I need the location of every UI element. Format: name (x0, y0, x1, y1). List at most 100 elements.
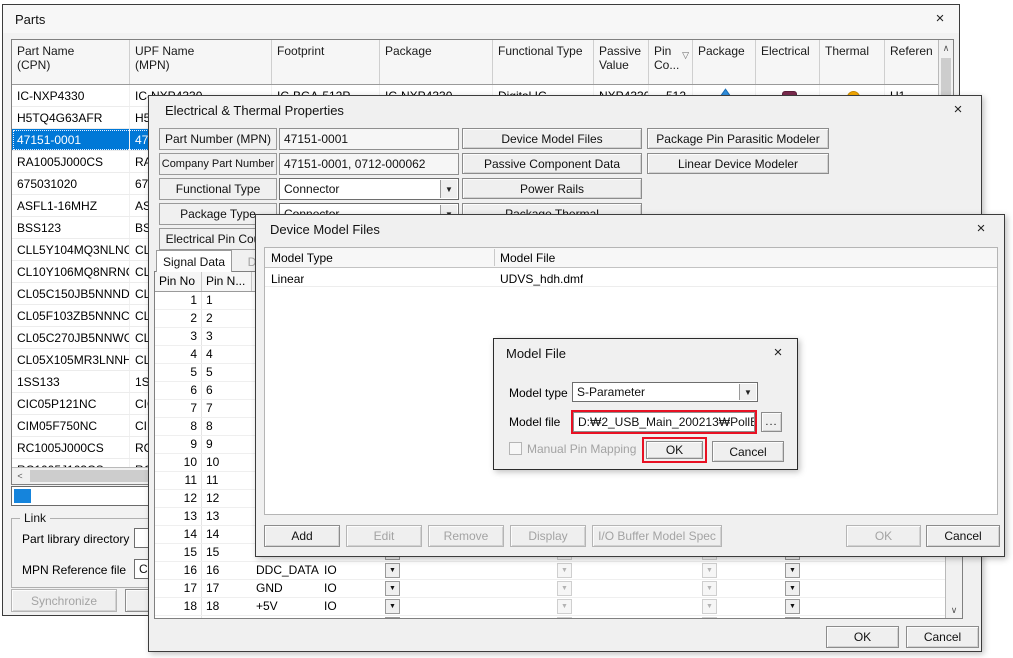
chevron-down-icon[interactable]: ▼ (785, 581, 800, 596)
model-combo[interactable]: ▼ (574, 598, 719, 615)
chevron-down-icon[interactable]: ▼ (385, 617, 400, 618)
parts-column-header[interactable]: Pin Co...▽ (649, 40, 693, 84)
pin-column-header[interactable]: Pin N... (202, 272, 252, 291)
value-combo[interactable]: ▼ (719, 616, 802, 618)
chevron-down-icon[interactable]: ▼ (702, 599, 717, 614)
pin-table-row[interactable]: 1717GNDIO▼▼▼▼ (155, 580, 945, 598)
mf-ok-button[interactable]: OK (646, 441, 703, 459)
model-combo[interactable]: ▼ (402, 598, 574, 615)
parts-column-header[interactable]: Functional Type (493, 40, 594, 84)
parts-column-header[interactable]: Package (380, 40, 493, 84)
parts-column-header[interactable]: Footprint (272, 40, 380, 84)
company-part-number-field[interactable]: 47151-0001, 0712-000062 (279, 153, 459, 175)
model-combo[interactable]: ▼ (574, 616, 719, 618)
model-combo[interactable]: ▼ (402, 562, 574, 579)
value-combo[interactable]: ▼ (719, 580, 802, 597)
scroll-down-icon[interactable]: ∨ (946, 602, 962, 618)
functional-type-combo[interactable]: Connector ▼ (279, 178, 459, 200)
pin-no-cell: 11 (155, 472, 202, 489)
pin-table-row[interactable]: 1919HP_DETIO▼▼▼▼ (155, 616, 945, 618)
model-combo[interactable]: ▼ (402, 580, 574, 597)
model-type-column-header[interactable]: Model Type (271, 249, 333, 265)
browse-button[interactable]: ... (761, 412, 782, 432)
parts-cell: BSS123 (12, 217, 130, 238)
parts-cell: 47151-0001 (12, 129, 130, 150)
parts-column-header[interactable]: Thermal (820, 40, 885, 84)
pin-no-cell: 13 (155, 508, 202, 525)
etp-ok-button[interactable]: OK (826, 626, 899, 648)
parts-cell: RC1005J000CS (12, 437, 130, 458)
model-file-row[interactable]: Linear UDVS_hdh.dmf (265, 268, 997, 287)
scroll-up-icon[interactable]: ∧ (939, 40, 953, 56)
mf-dialog-title: Model File (506, 346, 566, 361)
power-rails-button[interactable]: Power Rails (462, 178, 642, 199)
parts-column-header[interactable]: Passive Value (594, 40, 649, 84)
chevron-down-icon[interactable]: ▼ (702, 617, 717, 618)
model-combo[interactable]: ▼ (574, 562, 719, 579)
model-combo[interactable]: ▼ (402, 616, 574, 618)
signal-name-cell: DDC_DATA (252, 562, 320, 579)
model-combo[interactable]: ▼ (574, 580, 719, 597)
device-model-files-button[interactable]: Device Model Files (462, 128, 642, 149)
linear-device-modeler-button[interactable]: Linear Device Modeler (647, 153, 829, 174)
parts-column-header[interactable]: Electrical (756, 40, 820, 84)
pin-table-row[interactable]: 1616DDC_DATAIO▼▼▼▼ (155, 562, 945, 580)
chevron-down-icon[interactable]: ▼ (785, 599, 800, 614)
dmf-dialog-title: Device Model Files (270, 222, 380, 237)
tab-signal-data[interactable]: Signal Data (156, 250, 232, 272)
manual-pin-mapping-checkbox[interactable] (509, 442, 522, 455)
parts-titlebar: Parts × (3, 5, 959, 33)
dmf-ok-button[interactable]: OK (846, 525, 921, 547)
model-file-input[interactable]: D:₩2_USB_Main_200213₩PollEx_Dem (573, 412, 755, 432)
io-type-combo[interactable]: IO▼ (320, 598, 402, 615)
dmf-cancel-button[interactable]: Cancel (926, 525, 1000, 547)
chevron-down-icon[interactable]: ▼ (557, 617, 572, 618)
display-button[interactable]: Display (510, 525, 586, 547)
io-buffer-model-spec-button[interactable]: I/O Buffer Model Spec (592, 525, 722, 547)
pin-name-cell: 4 (202, 346, 252, 363)
edit-button[interactable]: Edit (346, 525, 422, 547)
chevron-down-icon[interactable]: ▼ (385, 581, 400, 596)
pin-table-row[interactable]: 1818+5VIO▼▼▼▼ (155, 598, 945, 616)
pin-no-cell: 10 (155, 454, 202, 471)
parts-column-header[interactable]: Part Name (CPN) (12, 40, 130, 84)
chevron-down-icon[interactable]: ▼ (440, 180, 457, 198)
link-group-title: Link (20, 511, 50, 525)
etp-cancel-button[interactable]: Cancel (906, 626, 979, 648)
model-file-column-header[interactable]: Model File (500, 249, 555, 265)
passive-component-data-button[interactable]: Passive Component Data (462, 153, 642, 174)
pin-name-cell: 5 (202, 364, 252, 381)
part-number-mpn-field[interactable]: 47151-0001 (279, 128, 459, 150)
io-type-combo[interactable]: IO▼ (320, 562, 402, 579)
parts-column-header[interactable]: Package (693, 40, 756, 84)
pin-column-header[interactable]: Pin No (155, 272, 202, 291)
value-combo[interactable]: ▼ (719, 598, 802, 615)
synchronize-button[interactable]: Synchronize (11, 589, 117, 612)
etp-close-icon[interactable]: × (947, 101, 969, 119)
chevron-down-icon[interactable]: ▼ (557, 581, 572, 596)
dmf-close-icon[interactable]: × (970, 220, 992, 238)
io-type-combo[interactable]: IO▼ (320, 616, 402, 618)
remove-button[interactable]: Remove (428, 525, 504, 547)
chevron-down-icon[interactable]: ▼ (702, 563, 717, 578)
chevron-down-icon[interactable]: ▼ (785, 617, 800, 618)
model-type-combo[interactable]: S-Parameter ▼ (572, 382, 758, 402)
chevron-down-icon[interactable]: ▼ (557, 563, 572, 578)
pin-no-cell: 1 (155, 292, 202, 309)
scroll-left-icon[interactable]: < (12, 468, 28, 484)
package-pin-parasitic-modeler-button[interactable]: Package Pin Parasitic Modeler (647, 128, 829, 149)
value-combo[interactable]: ▼ (719, 562, 802, 579)
chevron-down-icon[interactable]: ▼ (385, 599, 400, 614)
parts-column-header[interactable]: UPF Name (MPN) (130, 40, 272, 84)
chevron-down-icon[interactable]: ▼ (702, 581, 717, 596)
chevron-down-icon[interactable]: ▼ (385, 563, 400, 578)
mf-cancel-button[interactable]: Cancel (712, 441, 784, 462)
parts-close-icon[interactable]: × (929, 10, 951, 28)
add-button[interactable]: Add (264, 525, 340, 547)
chevron-down-icon[interactable]: ▼ (739, 384, 756, 400)
mf-close-icon[interactable]: × (767, 344, 789, 362)
chevron-down-icon[interactable]: ▼ (557, 599, 572, 614)
io-type-combo[interactable]: IO▼ (320, 580, 402, 597)
parts-column-header[interactable]: Referen (885, 40, 940, 84)
chevron-down-icon[interactable]: ▼ (785, 563, 800, 578)
